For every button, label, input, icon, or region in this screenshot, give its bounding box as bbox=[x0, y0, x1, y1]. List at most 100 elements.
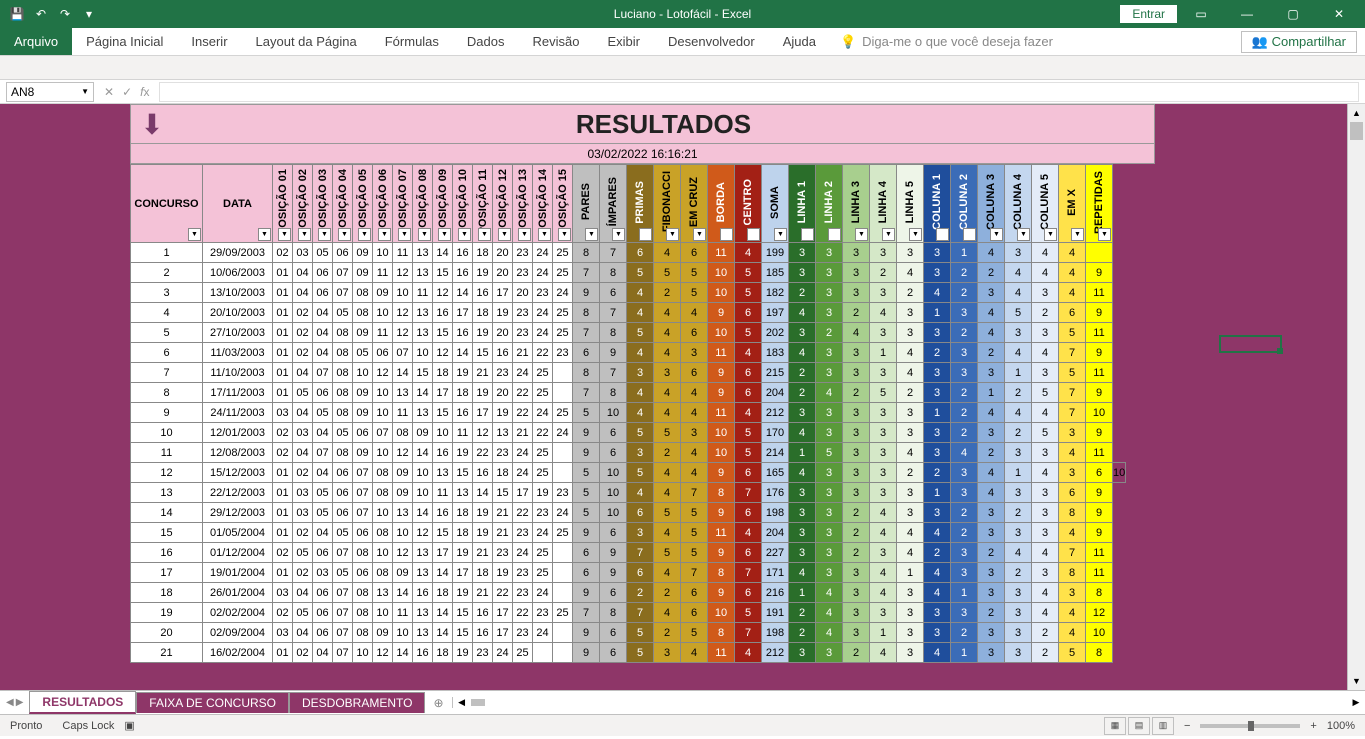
cell-stat[interactable]: 3 bbox=[816, 363, 843, 383]
cell-stat[interactable]: 3 bbox=[897, 323, 924, 343]
filter-icon[interactable]: ▼ bbox=[398, 228, 411, 241]
cell-stat[interactable]: 2 bbox=[1032, 643, 1059, 663]
cell-pos[interactable]: 09 bbox=[373, 283, 393, 303]
cell-pos[interactable]: 07 bbox=[333, 643, 353, 663]
cell-stat[interactable]: 7 bbox=[681, 563, 708, 583]
cell-stat[interactable]: 9 bbox=[1086, 523, 1113, 543]
cell-pos[interactable]: 20 bbox=[493, 243, 513, 263]
cell-stat[interactable]: 216 bbox=[762, 583, 789, 603]
cell-stat[interactable]: 4 bbox=[1059, 243, 1086, 263]
cell-stat[interactable]: 1 bbox=[789, 443, 816, 463]
cell-stat[interactable]: 2 bbox=[789, 383, 816, 403]
cell-pos[interactable]: 23 bbox=[513, 323, 533, 343]
cell-pos[interactable]: 03 bbox=[273, 623, 293, 643]
cell-pos[interactable]: 05 bbox=[333, 423, 353, 443]
cell-stat[interactable]: 3 bbox=[924, 323, 951, 343]
cell-pos[interactable]: 06 bbox=[353, 523, 373, 543]
cell-stat[interactable]: 7 bbox=[573, 323, 600, 343]
cell-stat[interactable]: 3 bbox=[816, 463, 843, 483]
cell-pos[interactable]: 16 bbox=[413, 643, 433, 663]
cell-stat[interactable]: 4 bbox=[681, 303, 708, 323]
cell-pos[interactable]: 25 bbox=[533, 383, 553, 403]
cell-pos[interactable]: 20 bbox=[493, 263, 513, 283]
cell-pos[interactable]: 13 bbox=[413, 603, 433, 623]
cell-pos[interactable]: 13 bbox=[393, 503, 413, 523]
cell-stat[interactable]: 3 bbox=[1059, 583, 1086, 603]
filter-icon[interactable]: ▼ bbox=[418, 228, 431, 241]
cell-stat[interactable]: 215 bbox=[762, 363, 789, 383]
cell-stat[interactable]: 3 bbox=[870, 323, 897, 343]
cell-stat[interactable]: 182 bbox=[762, 283, 789, 303]
cell-stat[interactable]: 8 bbox=[708, 563, 735, 583]
cell-pos[interactable]: 13 bbox=[413, 563, 433, 583]
cell-stat[interactable]: 7 bbox=[1059, 343, 1086, 363]
cell-pos[interactable]: 23 bbox=[533, 283, 553, 303]
cell-pos[interactable]: 23 bbox=[513, 243, 533, 263]
cell-pos[interactable]: 09 bbox=[393, 563, 413, 583]
cell-pos[interactable]: 22 bbox=[533, 423, 553, 443]
cell-stat[interactable]: 4 bbox=[627, 283, 654, 303]
cell-stat[interactable]: 3 bbox=[816, 403, 843, 423]
cell-pos[interactable]: 25 bbox=[553, 403, 573, 423]
cell-stat[interactable]: 2 bbox=[843, 503, 870, 523]
cell-stat[interactable]: 2 bbox=[978, 543, 1005, 563]
cell-stat[interactable]: 9 bbox=[708, 463, 735, 483]
cell-stat[interactable]: 3 bbox=[681, 343, 708, 363]
cell-stat[interactable]: 5 bbox=[573, 483, 600, 503]
cell-stat[interactable]: 4 bbox=[978, 243, 1005, 263]
filter-icon[interactable]: ▼ bbox=[188, 228, 201, 241]
cell-stat[interactable]: 204 bbox=[762, 383, 789, 403]
cell-concurso[interactable]: 7 bbox=[131, 363, 203, 383]
cell-stat[interactable]: 10 bbox=[1113, 463, 1126, 483]
cell-stat[interactable]: 4 bbox=[897, 263, 924, 283]
cell-stat[interactable]: 4 bbox=[843, 323, 870, 343]
cell-stat[interactable]: 4 bbox=[1005, 403, 1032, 423]
cell-pos[interactable]: 09 bbox=[413, 423, 433, 443]
cell-pos[interactable]: 03 bbox=[313, 563, 333, 583]
cell-stat[interactable]: 2 bbox=[1032, 303, 1059, 323]
cell-pos[interactable]: 23 bbox=[533, 503, 553, 523]
cell-stat[interactable]: 3 bbox=[897, 623, 924, 643]
cell-stat[interactable]: 3 bbox=[843, 243, 870, 263]
cell-stat[interactable]: 3 bbox=[843, 483, 870, 503]
cell-stat[interactable]: 1 bbox=[951, 583, 978, 603]
cell-stat[interactable]: 6 bbox=[1086, 463, 1113, 483]
cell-stat[interactable]: 3 bbox=[1032, 483, 1059, 503]
cell-stat[interactable]: 2 bbox=[924, 543, 951, 563]
cell-stat[interactable]: 4 bbox=[924, 283, 951, 303]
cell-stat[interactable]: 3 bbox=[816, 483, 843, 503]
cell-pos[interactable]: 12 bbox=[413, 523, 433, 543]
zoom-out-icon[interactable]: − bbox=[1184, 720, 1190, 732]
tab-formulas[interactable]: Fórmulas bbox=[371, 28, 453, 55]
cell-stat[interactable]: 4 bbox=[735, 523, 762, 543]
cell-pos[interactable]: 08 bbox=[373, 463, 393, 483]
filter-icon[interactable]: ▼ bbox=[1044, 228, 1057, 241]
cell-pos[interactable]: 10 bbox=[413, 343, 433, 363]
cell-stat[interactable]: 4 bbox=[654, 523, 681, 543]
cell-pos[interactable]: 05 bbox=[293, 383, 313, 403]
cell-pos[interactable]: 17 bbox=[513, 483, 533, 503]
cell-stat[interactable]: 5 bbox=[681, 503, 708, 523]
cell-pos[interactable]: 06 bbox=[313, 543, 333, 563]
cell-data[interactable]: 10/06/2003 bbox=[203, 263, 273, 283]
cell-stat[interactable]: 4 bbox=[654, 463, 681, 483]
cell-pos[interactable]: 03 bbox=[293, 243, 313, 263]
cell-pos[interactable]: 14 bbox=[413, 383, 433, 403]
cell-stat[interactable]: 4 bbox=[924, 583, 951, 603]
cell-stat[interactable]: 3 bbox=[951, 343, 978, 363]
filter-icon[interactable]: ▼ bbox=[693, 228, 706, 241]
cell-stat[interactable]: 199 bbox=[762, 243, 789, 263]
filter-icon[interactable]: ▼ bbox=[298, 228, 311, 241]
cell-pos[interactable]: 24 bbox=[513, 463, 533, 483]
cell-pos[interactable]: 20 bbox=[513, 283, 533, 303]
cell-pos[interactable]: 01 bbox=[273, 483, 293, 503]
cell-pos[interactable]: 14 bbox=[393, 643, 413, 663]
cell-pos[interactable] bbox=[553, 363, 573, 383]
cell-stat[interactable]: 6 bbox=[735, 463, 762, 483]
cell-pos[interactable]: 21 bbox=[473, 543, 493, 563]
cell-data[interactable]: 20/10/2003 bbox=[203, 303, 273, 323]
cell-pos[interactable]: 03 bbox=[293, 423, 313, 443]
cell-pos[interactable]: 12 bbox=[373, 363, 393, 383]
filter-icon[interactable]: ▼ bbox=[358, 228, 371, 241]
cell-pos[interactable]: 18 bbox=[453, 503, 473, 523]
